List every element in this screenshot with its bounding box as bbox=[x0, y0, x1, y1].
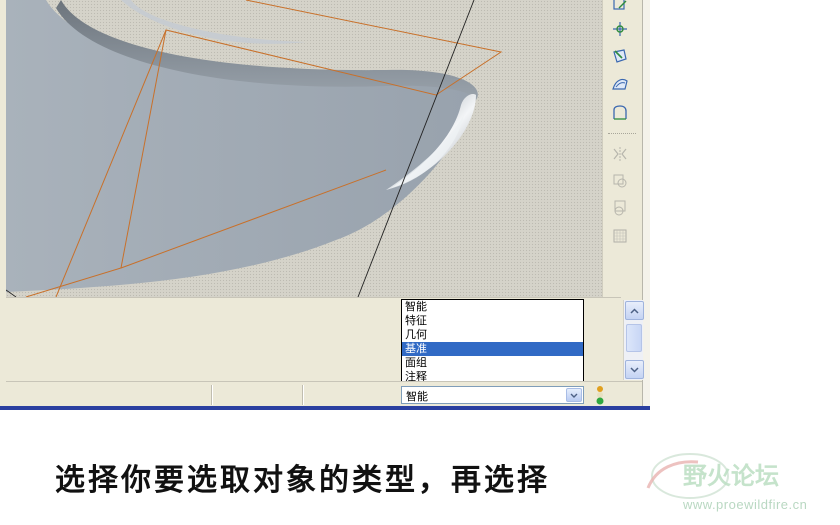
message-scrollbar[interactable] bbox=[623, 300, 644, 380]
part-model-view bbox=[6, 0, 503, 297]
sketch-icon[interactable] bbox=[609, 102, 631, 124]
watermark-url: www.proewildfire.cn bbox=[683, 497, 808, 512]
regeneration-status-icon[interactable] bbox=[594, 384, 606, 406]
window-right-edge bbox=[642, 0, 650, 410]
datum-axis-icon[interactable] bbox=[609, 0, 631, 16]
filter-option-smart[interactable]: 智能 bbox=[402, 300, 583, 314]
scroll-thumb[interactable] bbox=[626, 324, 642, 352]
window-bottom-border bbox=[0, 406, 650, 410]
selection-filter-value: 智能 bbox=[406, 390, 428, 403]
pattern-icon[interactable] bbox=[609, 225, 631, 247]
filter-option-feature[interactable]: 特征 bbox=[402, 314, 583, 328]
scroll-down-arrow[interactable] bbox=[625, 360, 644, 379]
filter-option-geometry[interactable]: 几何 bbox=[402, 328, 583, 342]
mirror-icon[interactable] bbox=[609, 143, 631, 165]
tutorial-caption: 选择你要选取对象的类型，再选择 bbox=[55, 463, 550, 498]
dropdown-arrow-button[interactable] bbox=[566, 388, 582, 402]
datum-coordsys-icon[interactable] bbox=[609, 45, 631, 67]
proe-window: 智能 特征 几何 基准 面组 注释 智能 bbox=[0, 0, 650, 410]
status-divider bbox=[302, 385, 304, 405]
chevron-up-icon bbox=[630, 307, 639, 314]
filter-option-datum[interactable]: 基准 bbox=[402, 342, 583, 356]
merge-icon[interactable] bbox=[609, 170, 631, 192]
graphics-viewport[interactable] bbox=[6, 0, 602, 297]
filter-option-quilt[interactable]: 面组 bbox=[402, 356, 583, 370]
selection-filter-select[interactable]: 智能 bbox=[401, 386, 584, 404]
trim-icon[interactable] bbox=[609, 197, 631, 219]
right-toolbar bbox=[602, 0, 643, 297]
selection-filter-dropdown-list[interactable]: 智能 特征 几何 基准 面组 注释 bbox=[401, 299, 584, 387]
scroll-up-arrow[interactable] bbox=[625, 301, 644, 320]
svg-text:野火论坛: 野火论坛 bbox=[683, 462, 779, 490]
datum-point-icon[interactable] bbox=[609, 18, 631, 40]
datum-curve-icon[interactable] bbox=[609, 73, 631, 95]
chevron-down-icon bbox=[570, 393, 578, 398]
toolbar-separator bbox=[608, 133, 636, 134]
chevron-down-icon bbox=[630, 366, 639, 373]
status-divider bbox=[211, 385, 213, 405]
